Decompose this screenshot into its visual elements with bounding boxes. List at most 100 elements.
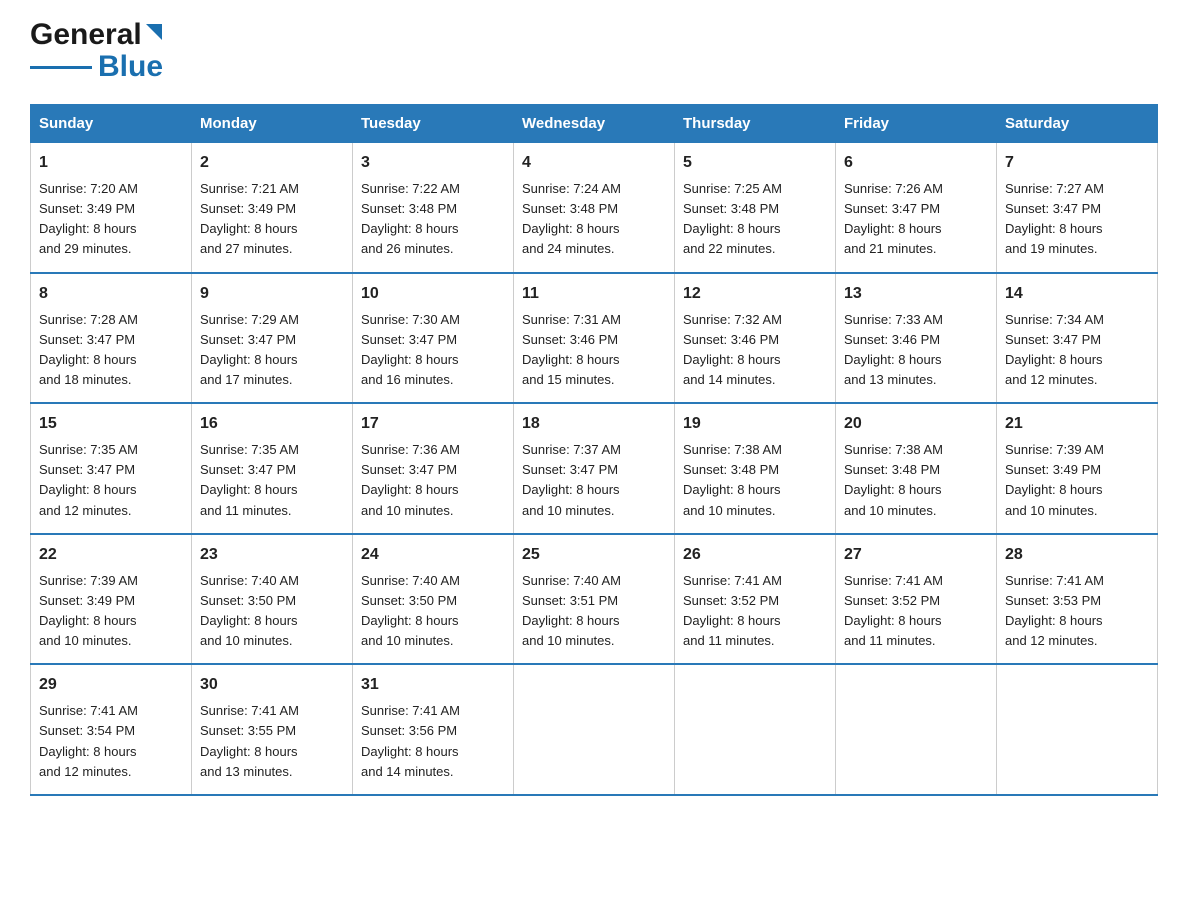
day-info: Sunrise: 7:39 AMSunset: 3:49 PMDaylight:…	[39, 571, 183, 652]
day-number: 11	[522, 282, 666, 306]
day-info: Sunrise: 7:38 AMSunset: 3:48 PMDaylight:…	[844, 440, 988, 521]
day-cell	[675, 664, 836, 795]
day-cell: 4Sunrise: 7:24 AMSunset: 3:48 PMDaylight…	[514, 143, 675, 273]
day-number: 12	[683, 282, 827, 306]
day-info: Sunrise: 7:28 AMSunset: 3:47 PMDaylight:…	[39, 310, 183, 391]
day-number: 1	[39, 151, 183, 175]
day-number: 16	[200, 412, 344, 436]
day-number: 29	[39, 673, 183, 697]
header-row: SundayMondayTuesdayWednesdayThursdayFrid…	[31, 105, 1158, 143]
day-cell: 16 Sunrise: 7:35 AMSunset: 3:47 PMDayligh…	[192, 403, 353, 534]
page-header: General Blue	[30, 20, 1158, 84]
day-cell: 1 Sunrise: 7:20 AMSunset: 3:49 PMDaylight…	[31, 143, 192, 273]
day-cell	[836, 664, 997, 795]
day-info: Sunrise: 7:41 AMSunset: 3:54 PMDaylight:…	[39, 701, 183, 782]
day-number: 28	[1005, 543, 1149, 567]
day-cell: 3Sunrise: 7:22 AMSunset: 3:48 PMDaylight…	[353, 143, 514, 273]
week-row-2: 8 Sunrise: 7:28 AMSunset: 3:47 PMDaylight…	[31, 273, 1158, 404]
day-info: Sunrise: 7:37 AMSunset: 3:47 PMDaylight:…	[522, 440, 666, 521]
day-info: Sunrise: 7:35 AMSunset: 3:47 PMDaylight:…	[39, 440, 183, 521]
calendar-header: SundayMondayTuesdayWednesdayThursdayFrid…	[31, 105, 1158, 143]
day-cell: 21Sunrise: 7:39 AMSunset: 3:49 PMDayligh…	[997, 403, 1158, 534]
day-number: 17	[361, 412, 505, 436]
day-info: Sunrise: 7:21 AMSunset: 3:49 PMDaylight:…	[200, 179, 344, 260]
week-row-4: 22 Sunrise: 7:39 AMSunset: 3:49 PMDayligh…	[31, 534, 1158, 665]
day-number: 30	[200, 673, 344, 697]
day-number: 26	[683, 543, 827, 567]
logo-line	[30, 66, 92, 69]
calendar-table: SundayMondayTuesdayWednesdayThursdayFrid…	[30, 104, 1158, 796]
day-cell: 27 Sunrise: 7:41 AMSunset: 3:52 PMDayligh…	[836, 534, 997, 665]
day-cell: 19Sunrise: 7:38 AMSunset: 3:48 PMDayligh…	[675, 403, 836, 534]
day-number: 6	[844, 151, 988, 175]
week-row-5: 29 Sunrise: 7:41 AMSunset: 3:54 PMDayligh…	[31, 664, 1158, 795]
day-info: Sunrise: 7:31 AMSunset: 3:46 PMDaylight:…	[522, 310, 666, 391]
day-info: Sunrise: 7:41 AMSunset: 3:52 PMDaylight:…	[844, 571, 988, 652]
day-cell: 26Sunrise: 7:41 AMSunset: 3:52 PMDayligh…	[675, 534, 836, 665]
day-cell: 9Sunrise: 7:29 AMSunset: 3:47 PMDaylight…	[192, 273, 353, 404]
day-cell: 20 Sunrise: 7:38 AMSunset: 3:48 PMDayligh…	[836, 403, 997, 534]
day-cell: 2 Sunrise: 7:21 AMSunset: 3:49 PMDaylight…	[192, 143, 353, 273]
day-number: 2	[200, 151, 344, 175]
day-number: 25	[522, 543, 666, 567]
day-info: Sunrise: 7:36 AMSunset: 3:47 PMDaylight:…	[361, 440, 505, 521]
day-info: Sunrise: 7:32 AMSunset: 3:46 PMDaylight:…	[683, 310, 827, 391]
header-cell-thursday: Thursday	[675, 105, 836, 143]
day-info: Sunrise: 7:35 AMSunset: 3:47 PMDaylight:…	[200, 440, 344, 521]
day-cell: 6Sunrise: 7:26 AMSunset: 3:47 PMDaylight…	[836, 143, 997, 273]
logo-blue-text: Blue	[98, 50, 163, 84]
day-cell	[997, 664, 1158, 795]
header-cell-sunday: Sunday	[31, 105, 192, 143]
day-number: 24	[361, 543, 505, 567]
day-number: 7	[1005, 151, 1149, 175]
day-cell: 8 Sunrise: 7:28 AMSunset: 3:47 PMDaylight…	[31, 273, 192, 404]
header-cell-wednesday: Wednesday	[514, 105, 675, 143]
day-number: 8	[39, 282, 183, 306]
day-number: 23	[200, 543, 344, 567]
header-cell-saturday: Saturday	[997, 105, 1158, 143]
day-info: Sunrise: 7:25 AMSunset: 3:48 PMDaylight:…	[683, 179, 827, 260]
day-cell: 14Sunrise: 7:34 AMSunset: 3:47 PMDayligh…	[997, 273, 1158, 404]
day-cell: 10Sunrise: 7:30 AMSunset: 3:47 PMDayligh…	[353, 273, 514, 404]
day-info: Sunrise: 7:34 AMSunset: 3:47 PMDaylight:…	[1005, 310, 1149, 391]
day-cell: 24 Sunrise: 7:40 AMSunset: 3:50 PMDayligh…	[353, 534, 514, 665]
day-cell: 23 Sunrise: 7:40 AMSunset: 3:50 PMDayligh…	[192, 534, 353, 665]
calendar-body: 1 Sunrise: 7:20 AMSunset: 3:49 PMDaylight…	[31, 143, 1158, 795]
day-cell: 29 Sunrise: 7:41 AMSunset: 3:54 PMDayligh…	[31, 664, 192, 795]
week-row-3: 15 Sunrise: 7:35 AMSunset: 3:47 PMDayligh…	[31, 403, 1158, 534]
day-number: 15	[39, 412, 183, 436]
day-cell: 28 Sunrise: 7:41 AMSunset: 3:53 PMDayligh…	[997, 534, 1158, 665]
day-number: 22	[39, 543, 183, 567]
day-info: Sunrise: 7:38 AMSunset: 3:48 PMDaylight:…	[683, 440, 827, 521]
day-info: Sunrise: 7:24 AMSunset: 3:48 PMDaylight:…	[522, 179, 666, 260]
day-number: 27	[844, 543, 988, 567]
day-cell: 15 Sunrise: 7:35 AMSunset: 3:47 PMDayligh…	[31, 403, 192, 534]
logo-flag-icon	[144, 22, 164, 48]
day-info: Sunrise: 7:40 AMSunset: 3:50 PMDaylight:…	[361, 571, 505, 652]
day-info: Sunrise: 7:27 AMSunset: 3:47 PMDaylight:…	[1005, 179, 1149, 260]
day-cell: 25 Sunrise: 7:40 AMSunset: 3:51 PMDayligh…	[514, 534, 675, 665]
day-number: 20	[844, 412, 988, 436]
day-cell: 30 Sunrise: 7:41 AMSunset: 3:55 PMDayligh…	[192, 664, 353, 795]
day-info: Sunrise: 7:33 AMSunset: 3:46 PMDaylight:…	[844, 310, 988, 391]
week-row-1: 1 Sunrise: 7:20 AMSunset: 3:49 PMDaylight…	[31, 143, 1158, 273]
logo: General Blue	[30, 20, 164, 84]
day-cell: 22 Sunrise: 7:39 AMSunset: 3:49 PMDayligh…	[31, 534, 192, 665]
logo-general-text: General	[30, 20, 142, 50]
day-cell: 11 Sunrise: 7:31 AMSunset: 3:46 PMDayligh…	[514, 273, 675, 404]
day-cell: 13Sunrise: 7:33 AMSunset: 3:46 PMDayligh…	[836, 273, 997, 404]
day-cell	[514, 664, 675, 795]
day-info: Sunrise: 7:41 AMSunset: 3:53 PMDaylight:…	[1005, 571, 1149, 652]
day-number: 5	[683, 151, 827, 175]
day-cell: 7 Sunrise: 7:27 AMSunset: 3:47 PMDaylight…	[997, 143, 1158, 273]
header-cell-tuesday: Tuesday	[353, 105, 514, 143]
day-info: Sunrise: 7:40 AMSunset: 3:51 PMDaylight:…	[522, 571, 666, 652]
day-info: Sunrise: 7:29 AMSunset: 3:47 PMDaylight:…	[200, 310, 344, 391]
day-info: Sunrise: 7:41 AMSunset: 3:56 PMDaylight:…	[361, 701, 505, 782]
day-info: Sunrise: 7:20 AMSunset: 3:49 PMDaylight:…	[39, 179, 183, 260]
header-cell-monday: Monday	[192, 105, 353, 143]
day-info: Sunrise: 7:30 AMSunset: 3:47 PMDaylight:…	[361, 310, 505, 391]
day-info: Sunrise: 7:41 AMSunset: 3:55 PMDaylight:…	[200, 701, 344, 782]
day-info: Sunrise: 7:40 AMSunset: 3:50 PMDaylight:…	[200, 571, 344, 652]
day-number: 18	[522, 412, 666, 436]
